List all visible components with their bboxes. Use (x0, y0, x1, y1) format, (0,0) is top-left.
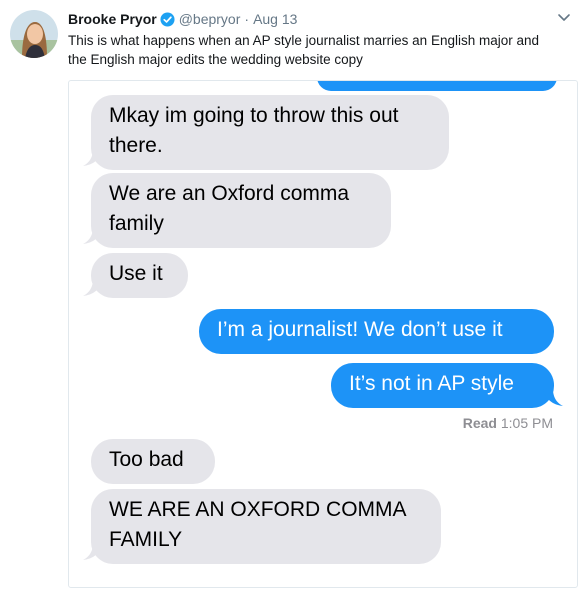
user-handle[interactable]: @bepryor (179, 10, 241, 28)
read-time: 1:05 PM (500, 415, 553, 431)
avatar[interactable] (10, 10, 58, 58)
tweet-header: Brooke Pryor @bepryor · Aug 13 This is w… (68, 9, 582, 69)
received-message: Mkay im going to throw this out there. (91, 95, 449, 170)
cutoff-sent-bubble (317, 81, 557, 91)
tweet-date[interactable]: Aug 13 (253, 10, 297, 28)
bubble-tail (83, 149, 103, 166)
bubble-tail (543, 389, 563, 406)
bubble-tail (83, 543, 103, 560)
sent-message: It’s not in AP style (331, 363, 554, 408)
tweet-text: This is what happens when an AP style jo… (68, 33, 539, 67)
name-row: Brooke Pryor @bepryor · Aug 13 (68, 9, 582, 29)
chevron-down-icon[interactable] (556, 9, 572, 25)
bubble-tail (83, 227, 103, 244)
received-message: Too bad (91, 439, 215, 484)
read-label: Read (462, 415, 497, 431)
display-name[interactable]: Brooke Pryor (68, 10, 157, 28)
bubble-tail (83, 279, 103, 296)
received-message: WE ARE AN OXFORD COMMA FAMILY (91, 489, 441, 564)
read-receipt: Read 1:05 PM (463, 415, 553, 431)
verified-badge-icon (160, 11, 175, 27)
separator-dot: · (244, 11, 250, 27)
received-message: Use it (91, 253, 188, 298)
sent-message: I’m a journalist! We don’t use it (199, 309, 554, 354)
attached-photo[interactable]: Mkay im going to throw this out there. W… (68, 80, 578, 588)
received-message: We are an Oxford comma family (91, 173, 391, 248)
